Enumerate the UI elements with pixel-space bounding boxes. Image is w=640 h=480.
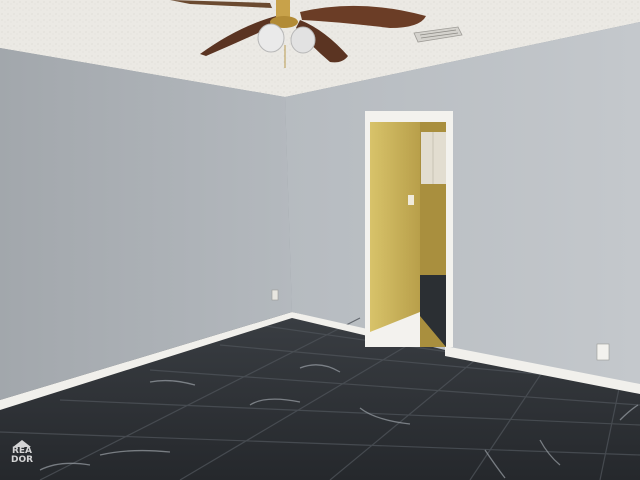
agency-logo: REA DOR [5,440,39,474]
room-photo [0,0,640,480]
agency-logo-text: REA DOR [10,446,34,465]
wall-outlet-right [596,343,610,361]
doorway [365,111,453,347]
wall-outlet-left [271,289,279,301]
